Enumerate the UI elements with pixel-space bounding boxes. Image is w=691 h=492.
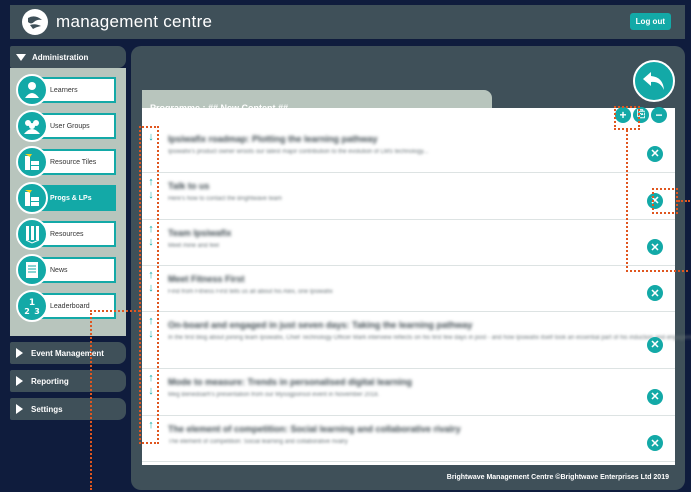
content-description: In the first blog about joining team Ips… <box>168 335 691 341</box>
chevron-right-icon <box>16 348 23 358</box>
content-row: ↑ ↓ Team Ipsiwafix Meet mine and feel ✕ <box>142 220 675 266</box>
content-row: ↑ ↓ On-board and engaged in just seven day… <box>142 312 691 369</box>
annotation-leader-line <box>626 130 628 272</box>
content-description: The element of competition: Social learn… <box>168 439 348 445</box>
back-arrow-icon <box>643 72 664 90</box>
content-list-panel: + ⎘ − ↓ Ipsiwafix roadmap: Plotting the l… <box>142 107 691 465</box>
sidebar-item-user-groups[interactable]: User Groups <box>16 110 120 142</box>
footer-copyright: Brightwave Management Centre ©Brightwave… <box>446 474 669 481</box>
content-title[interactable]: Meet Fitness First <box>168 274 245 284</box>
content-title[interactable]: On-board and engaged in just seven days:… <box>168 320 472 330</box>
app-title: management centre <box>56 12 213 31</box>
administration-label: Administration <box>32 52 89 62</box>
content-description: Find from Fitness First tells us all abo… <box>168 289 333 295</box>
administration-menu: Learners User Groups Resource Tiles Progs &… <box>10 68 126 336</box>
chevron-right-icon <box>16 404 23 414</box>
content-title[interactable]: Talk to us <box>168 181 209 191</box>
annotation-leader-line <box>90 310 140 312</box>
brightwave-logo-icon <box>22 9 48 35</box>
resources-icon <box>16 218 48 250</box>
annotation-leader-line <box>678 200 690 202</box>
chevron-right-icon <box>16 376 23 386</box>
content-row: ↑ ↓ Talk to us Here's how to contact the Br… <box>142 173 675 220</box>
group-icon <box>16 110 48 142</box>
svg-text:2: 2 <box>24 307 30 316</box>
section-settings[interactable]: Settings <box>10 398 126 420</box>
app-frame: management centre Log out Administration… <box>0 0 691 492</box>
annotation-box-add-button <box>614 106 640 130</box>
content-description: Ipsiwafix's product owner wroots our lat… <box>168 149 429 155</box>
content-title[interactable]: Team Ipsiwafix <box>168 228 231 238</box>
content-description: Meg Benedoarh's presentation from our My… <box>168 392 380 398</box>
sidebar-item-learners[interactable]: Learners <box>16 74 120 106</box>
tiles-icon <box>16 146 48 178</box>
remove-button[interactable]: − <box>651 107 667 123</box>
chevron-down-icon <box>16 53 26 61</box>
back-button[interactable] <box>633 60 675 102</box>
delete-content-button[interactable]: ✕ <box>647 435 663 451</box>
main-panel: Programme : ## New Content ## + ⎘ − ↓Ips… <box>131 46 691 490</box>
delete-content-button[interactable]: ✕ <box>647 388 663 405</box>
news-icon <box>16 254 48 286</box>
content-row: ↓ Ipsiwafix roadmap: Plotting the learnin… <box>142 126 675 173</box>
leaderboard-icon: 123 <box>16 290 48 322</box>
content-description: Meet mine and feel <box>168 243 220 249</box>
content-row: ↑ ↓ Mode to measure: Trends in personalise… <box>142 369 675 416</box>
sidebar-item-leaderboard[interactable]: 1 2 3 Leaderboard <box>16 290 120 322</box>
content-title[interactable]: Mode to measure: Trends in personalised … <box>168 377 412 387</box>
annotation-box-reorder-arrows <box>139 126 159 444</box>
section-label: Event Management <box>31 348 104 358</box>
content-title[interactable]: Ipsiwafix roadmap: Plotting the learning… <box>168 134 378 144</box>
annotation-box-delete-button <box>652 188 678 214</box>
logout-button[interactable]: Log out <box>629 13 671 30</box>
delete-content-button[interactable]: ✕ <box>647 336 663 353</box>
svg-text:3: 3 <box>34 307 40 316</box>
annotation-leader-line <box>90 310 92 490</box>
programmes-icon <box>16 182 48 214</box>
annotation-leader-line <box>626 270 688 272</box>
section-reporting[interactable]: Reporting <box>10 370 126 392</box>
sidebar-item-resources[interactable]: Resources <box>16 218 120 250</box>
administration-header[interactable]: Administration <box>10 46 126 68</box>
section-label: Settings <box>31 404 63 414</box>
sidebar: Administration Learners User Groups Resour… <box>10 46 126 482</box>
content-row: ↑ The element of competition: Social lear… <box>142 416 675 462</box>
content-row: ↑ ↓ Meet Fitness First Find from Fitness Fi… <box>142 266 675 312</box>
delete-content-button[interactable]: ✕ <box>647 285 663 301</box>
sidebar-item-resource-tiles[interactable]: Resource Tiles <box>16 146 120 178</box>
delete-content-button[interactable]: ✕ <box>647 239 663 255</box>
sidebar-item-news[interactable]: News <box>16 254 120 286</box>
person-icon <box>16 74 48 106</box>
section-event-management[interactable]: Event Management <box>10 342 126 364</box>
content-title[interactable]: The element of competition: Social learn… <box>168 424 461 434</box>
content-description: Here's how to contact the Brightwave tea… <box>168 196 282 202</box>
sidebar-item-progs-lps[interactable]: Progs & LPs <box>16 182 120 214</box>
delete-content-button[interactable]: ✕ <box>647 145 663 162</box>
top-bar: management centre Log out <box>10 5 685 39</box>
section-label: Reporting <box>31 376 69 386</box>
